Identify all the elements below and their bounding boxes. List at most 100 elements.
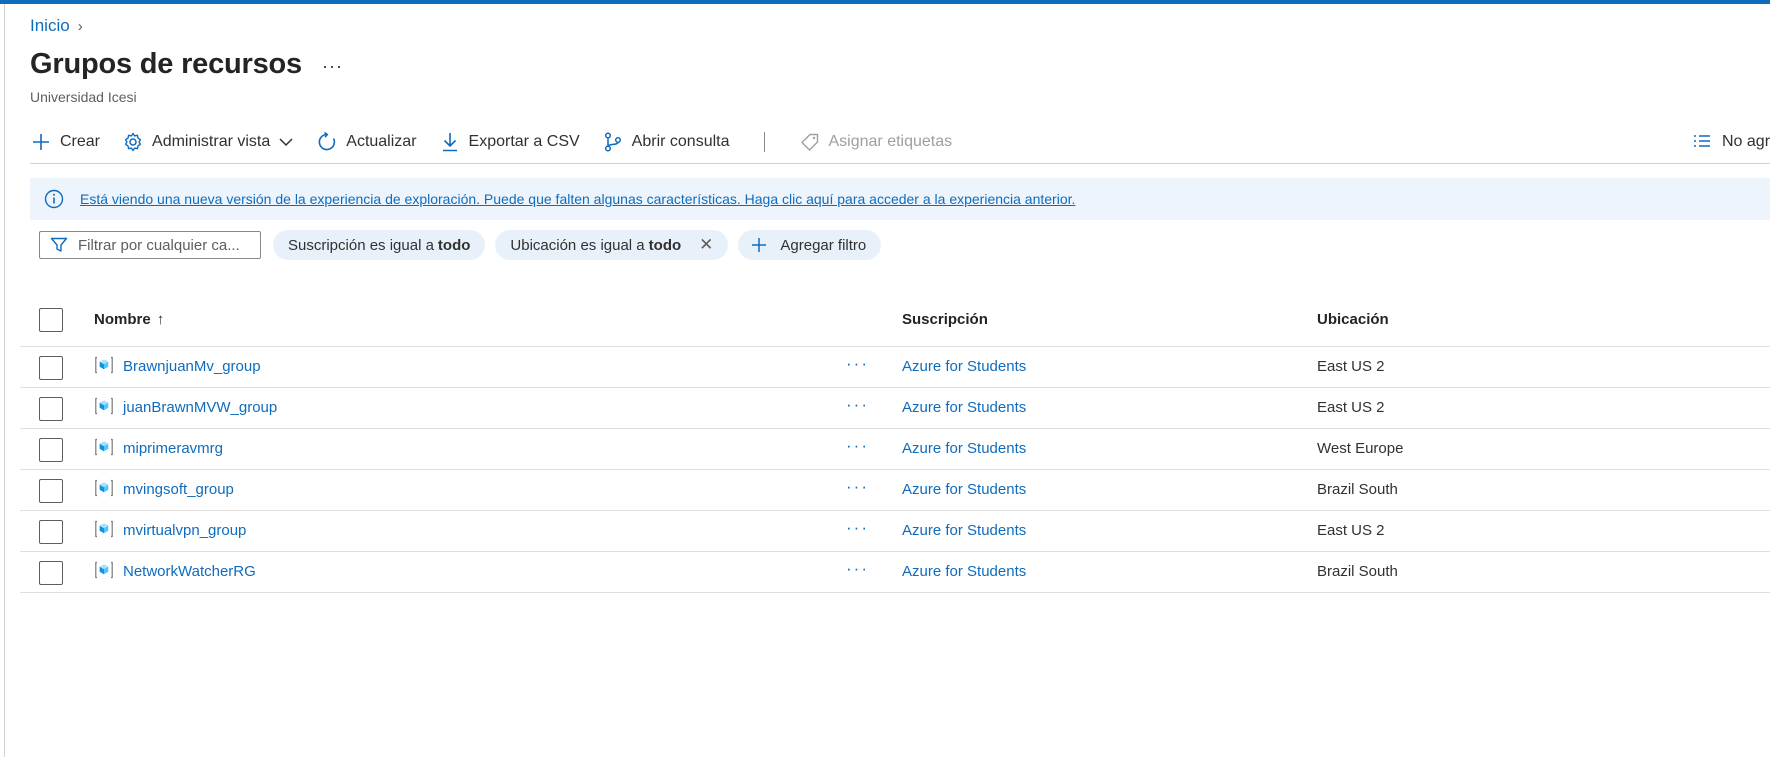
subscription-link[interactable]: Azure for Students	[902, 399, 1026, 416]
add-filter-button[interactable]: Agregar filtro	[738, 230, 882, 260]
chevron-right-icon: ›	[77, 17, 83, 35]
table-row[interactable]: BrawnjuanMv_group ··· Azure for Students…	[20, 347, 1770, 388]
toolbar-divider-line	[30, 163, 1770, 164]
filter-bar: Suscripción es igual a todo Ubicación es…	[39, 230, 891, 260]
location-cell: East US 2	[1317, 358, 1385, 375]
plus-icon	[33, 134, 49, 150]
location-filter-value: todo	[648, 236, 682, 254]
breadcrumb-home-link[interactable]: Inicio	[30, 16, 70, 36]
grouping-button[interactable]: No agr	[1692, 128, 1770, 156]
subscription-filter-value: todo	[437, 236, 471, 254]
banner-link[interactable]: Está viendo una nueva versión de la expe…	[80, 191, 1075, 207]
row-checkbox[interactable]	[39, 356, 63, 380]
resource-group-icon	[95, 438, 113, 456]
location-cell: West Europe	[1317, 440, 1404, 457]
subscription-link[interactable]: Azure for Students	[902, 481, 1026, 498]
resource-group-name-link[interactable]: mvirtualvpn_group	[123, 522, 246, 539]
row-checkbox[interactable]	[39, 438, 63, 462]
download-icon	[442, 133, 457, 152]
resource-group-icon	[95, 520, 113, 538]
row-checkbox[interactable]	[39, 397, 63, 421]
location-cell: East US 2	[1317, 399, 1385, 416]
row-checkbox[interactable]	[39, 561, 63, 585]
breadcrumb: Inicio ›	[30, 16, 83, 36]
page-title: Grupos de recursos	[30, 48, 302, 80]
subscription-link[interactable]: Azure for Students	[902, 440, 1026, 457]
row-more-options-button[interactable]: ···	[846, 436, 869, 456]
assign-tags-button[interactable]: Asignar etiquetas	[799, 131, 953, 153]
create-button[interactable]: Crear	[30, 131, 100, 153]
page-subtitle: Universidad Icesi	[30, 89, 137, 105]
column-name-label: Nombre	[94, 311, 151, 328]
close-icon[interactable]: ✕	[699, 235, 713, 255]
manage-view-button[interactable]: Administrar vista	[122, 131, 294, 153]
row-more-options-button[interactable]: ···	[846, 395, 869, 415]
resource-group-icon	[95, 479, 113, 497]
table-row[interactable]: mvirtualvpn_group ··· Azure for Students…	[20, 511, 1770, 552]
row-more-options-button[interactable]: ···	[846, 559, 869, 579]
subscription-filter-label: Suscripción es igual a	[288, 236, 434, 254]
grouping-label: No agr	[1722, 133, 1770, 150]
filter-search-input[interactable]	[78, 236, 248, 254]
table-row[interactable]: juanBrawnMVW_group ··· Azure for Student…	[20, 388, 1770, 429]
export-csv-label: Exportar a CSV	[468, 133, 580, 150]
resource-group-icon	[95, 397, 113, 415]
subscription-link[interactable]: Azure for Students	[902, 563, 1026, 580]
row-more-options-button[interactable]: ···	[846, 354, 869, 374]
refresh-label: Actualizar	[346, 133, 417, 150]
row-more-options-button[interactable]: ···	[846, 518, 869, 538]
info-banner: Está viendo una nueva versión de la expe…	[30, 178, 1770, 220]
subscription-link[interactable]: Azure for Students	[902, 522, 1026, 539]
add-filter-label: Agregar filtro	[780, 236, 867, 254]
manage-view-label: Administrar vista	[152, 133, 271, 150]
refresh-button[interactable]: Actualizar	[316, 131, 417, 153]
table-header-row: Nombre ↑ Suscripción Ubicación	[20, 296, 1770, 347]
chevron-down-icon	[279, 138, 293, 147]
resource-group-name-link[interactable]: mvingsoft_group	[123, 481, 234, 498]
filter-search-box	[39, 231, 261, 259]
open-query-label: Abrir consulta	[631, 133, 730, 150]
resource-group-name-link[interactable]: miprimeravmrg	[123, 440, 223, 457]
select-all-checkbox[interactable]	[39, 308, 63, 332]
toolbar-divider	[763, 132, 765, 152]
resource-group-icon	[95, 561, 113, 579]
info-icon	[44, 189, 64, 209]
location-cell: East US 2	[1317, 522, 1385, 539]
column-header-name[interactable]: Nombre ↑	[94, 311, 164, 328]
row-checkbox[interactable]	[39, 479, 63, 503]
more-options-button[interactable]: ···	[322, 56, 343, 77]
row-more-options-button[interactable]: ···	[846, 477, 869, 497]
export-csv-button[interactable]: Exportar a CSV	[439, 131, 580, 153]
plus-icon	[752, 238, 767, 252]
command-bar: Crear Administrar vista Actualizar Expor…	[30, 128, 974, 156]
resource-group-name-link[interactable]: juanBrawnMVW_group	[123, 399, 277, 416]
location-filter-pill[interactable]: Ubicación es igual a todo ✕	[495, 230, 729, 260]
top-accent-bar	[0, 0, 1770, 4]
assign-tags-label: Asignar etiquetas	[828, 133, 953, 150]
gear-icon	[124, 132, 142, 152]
list-icon	[1694, 135, 1710, 147]
subscription-filter-pill[interactable]: Suscripción es igual a todo	[273, 230, 486, 260]
row-checkbox[interactable]	[39, 520, 63, 544]
location-cell: Brazil South	[1317, 481, 1398, 498]
column-header-location[interactable]: Ubicación	[1317, 311, 1389, 328]
create-label: Crear	[60, 133, 101, 150]
refresh-icon	[318, 131, 336, 151]
column-header-subscription[interactable]: Suscripción	[902, 311, 988, 328]
filter-icon	[50, 237, 68, 252]
table-row[interactable]: NetworkWatcherRG ··· Azure for Students …	[20, 552, 1770, 593]
location-filter-label: Ubicación es igual a	[510, 236, 645, 254]
tag-icon	[800, 133, 818, 151]
resource-group-icon	[95, 356, 113, 374]
subscription-link[interactable]: Azure for Students	[902, 358, 1026, 375]
query-branch-icon	[604, 132, 621, 152]
location-cell: Brazil South	[1317, 563, 1398, 580]
sort-ascending-icon: ↑	[156, 311, 165, 328]
left-border	[4, 4, 5, 757]
open-query-button[interactable]: Abrir consulta	[602, 131, 730, 153]
resource-groups-table: Nombre ↑ Suscripción Ubicación BrawnjuanM…	[20, 296, 1770, 593]
table-row[interactable]: mvingsoft_group ··· Azure for Students B…	[20, 470, 1770, 511]
table-row[interactable]: miprimeravmrg ··· Azure for Students Wes…	[20, 429, 1770, 470]
resource-group-name-link[interactable]: BrawnjuanMv_group	[123, 358, 261, 375]
resource-group-name-link[interactable]: NetworkWatcherRG	[123, 563, 256, 580]
